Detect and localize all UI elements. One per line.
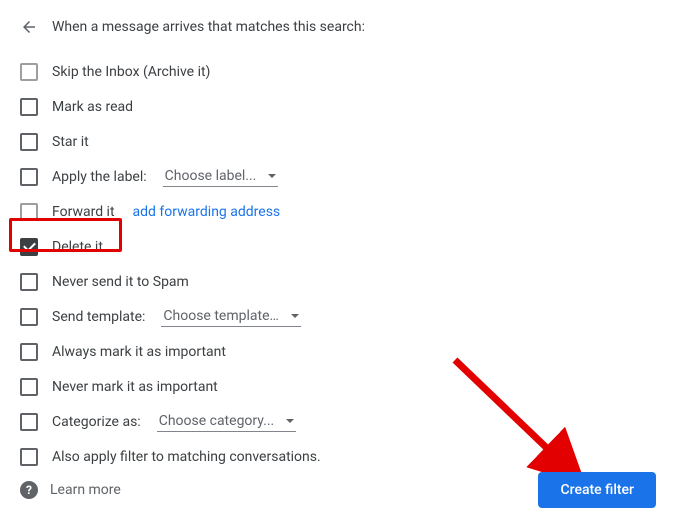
checkbox[interactable] [20, 168, 38, 186]
option-label: Mark as read [52, 99, 133, 115]
option-apply-label: Apply the label: Choose label... [20, 159, 656, 194]
checkbox[interactable] [20, 413, 38, 431]
label-dropdown[interactable]: Choose label... [163, 166, 279, 187]
option-label: Also apply filter to matching conversati… [52, 449, 321, 465]
chevron-down-icon [286, 419, 294, 423]
option-never-important: Never mark it as important [20, 369, 656, 404]
checkbox[interactable] [20, 238, 38, 256]
option-always-important: Always mark it as important [20, 334, 656, 369]
chevron-down-icon [268, 174, 276, 178]
option-label: Forward it [52, 204, 115, 220]
checkbox[interactable] [20, 203, 38, 221]
option-label: Delete it [52, 239, 103, 255]
option-star: Star it [20, 124, 656, 159]
option-categorize: Categorize as: Choose category... [20, 404, 656, 439]
option-label: Skip the Inbox (Archive it) [52, 64, 210, 80]
option-label: Categorize as: [52, 414, 141, 430]
option-label: Never send it to Spam [52, 274, 189, 290]
option-label: Never mark it as important [52, 379, 218, 395]
option-skip-inbox: Skip the Inbox (Archive it) [20, 54, 656, 89]
header: When a message arrives that matches this… [20, 18, 656, 36]
option-label: Send template: [52, 309, 145, 325]
add-forwarding-link[interactable]: add forwarding address [133, 204, 281, 220]
option-forward: Forward it add forwarding address [20, 194, 656, 229]
checkbox[interactable] [20, 378, 38, 396]
footer: ? Learn more Create filter [20, 472, 656, 508]
learn-more[interactable]: ? Learn more [20, 481, 121, 499]
dropdown-text: Choose template… [163, 308, 278, 324]
option-delete: Delete it [20, 229, 656, 264]
checkbox[interactable] [20, 448, 38, 466]
category-dropdown[interactable]: Choose category... [157, 411, 297, 432]
option-mark-read: Mark as read [20, 89, 656, 124]
chevron-down-icon [291, 314, 299, 318]
checkbox[interactable] [20, 98, 38, 116]
checkbox[interactable] [20, 63, 38, 81]
learn-more-text: Learn more [50, 482, 121, 498]
checkbox[interactable] [20, 308, 38, 326]
back-arrow-icon[interactable] [20, 18, 38, 36]
dropdown-text: Choose category... [159, 413, 275, 429]
option-label: Star it [52, 134, 89, 150]
option-label: Always mark it as important [52, 344, 226, 360]
option-never-spam: Never send it to Spam [20, 264, 656, 299]
checkbox[interactable] [20, 343, 38, 361]
create-filter-button[interactable]: Create filter [538, 472, 656, 508]
checkbox[interactable] [20, 273, 38, 291]
template-dropdown[interactable]: Choose template… [161, 306, 300, 327]
option-send-template: Send template: Choose template… [20, 299, 656, 334]
header-title: When a message arrives that matches this… [52, 19, 365, 35]
option-apply-existing: Also apply filter to matching conversati… [20, 439, 656, 474]
checkbox[interactable] [20, 133, 38, 151]
dropdown-text: Choose label... [165, 168, 257, 184]
filter-options: Skip the Inbox (Archive it) Mark as read… [20, 54, 656, 474]
help-icon: ? [20, 481, 38, 499]
option-label: Apply the label: [52, 169, 147, 185]
